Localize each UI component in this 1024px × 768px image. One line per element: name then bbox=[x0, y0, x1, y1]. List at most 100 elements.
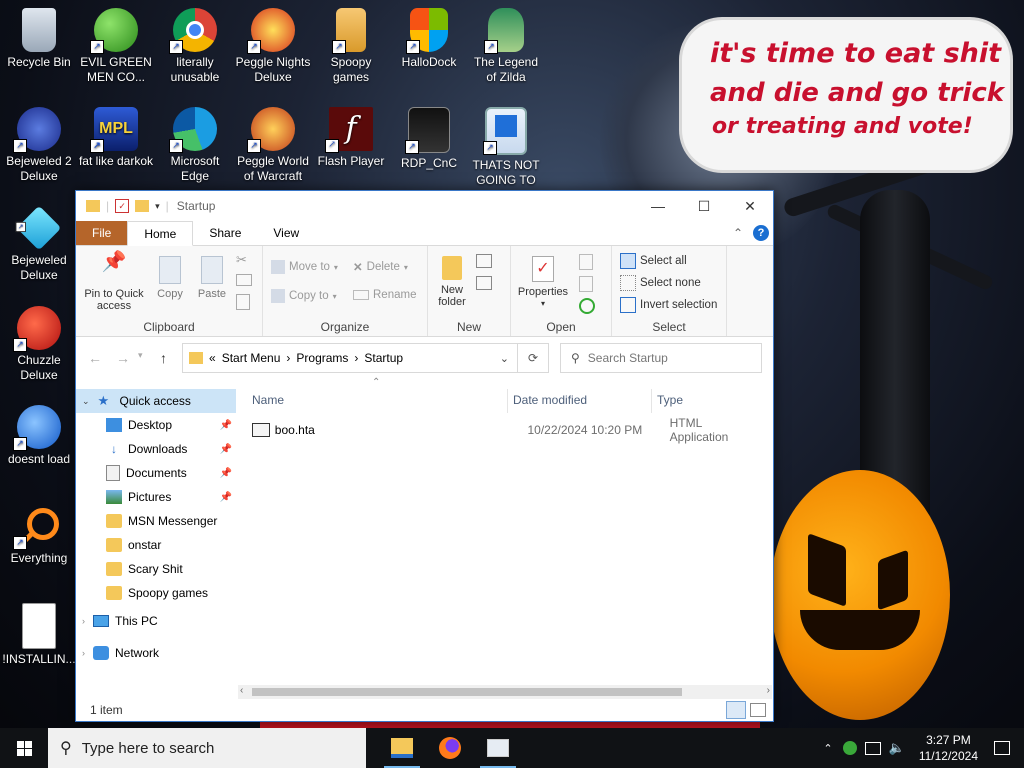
minimize-button[interactable]: — bbox=[635, 191, 681, 221]
horizontal-scrollbar[interactable]: ‹ › bbox=[238, 685, 772, 699]
network-status-icon[interactable] bbox=[864, 741, 881, 755]
chevron-up-icon[interactable]: ⌃ bbox=[733, 221, 743, 245]
details-view-icon[interactable] bbox=[726, 701, 746, 719]
desktop-icon-doesnt-load[interactable]: ↗ doesnt load bbox=[1, 405, 77, 467]
nav-network[interactable]: › Network bbox=[76, 641, 236, 665]
breadcrumb-item[interactable]: Startup bbox=[364, 351, 403, 365]
desktop-icon-flash-player[interactable]: f ↗ Flash Player bbox=[313, 107, 389, 169]
rename-button[interactable]: Rename bbox=[353, 289, 416, 301]
paste-button[interactable]: Paste bbox=[192, 256, 232, 300]
column-divider[interactable] bbox=[651, 389, 652, 413]
copy-to-button[interactable]: Copy to ▾ bbox=[271, 289, 337, 303]
breadcrumb-separator[interactable]: › bbox=[354, 351, 358, 365]
address-bar[interactable]: « Start Menu › Programs › Startup ⌄ bbox=[182, 343, 518, 373]
refresh-button[interactable]: ⟳ bbox=[517, 343, 549, 373]
close-button[interactable]: ✕ bbox=[727, 191, 773, 221]
desktop-icon-bejeweled2[interactable]: ↗ Bejeweled 2 Deluxe bbox=[1, 107, 77, 184]
desktop-icon-edge[interactable]: ↗ Microsoft Edge bbox=[157, 107, 233, 184]
start-button[interactable] bbox=[0, 728, 48, 768]
pin-icon[interactable]: 📌 bbox=[220, 444, 232, 455]
nav-onstar[interactable]: onstar bbox=[76, 533, 236, 557]
scroll-left-icon[interactable]: ‹ bbox=[240, 685, 243, 696]
delete-button[interactable]: ✕ Delete ▾ bbox=[353, 260, 408, 274]
taskbar-hta-app[interactable] bbox=[474, 728, 522, 768]
history-icon[interactable] bbox=[579, 298, 595, 314]
paste-shortcut-icon[interactable] bbox=[236, 294, 250, 310]
nav-msn-messenger[interactable]: MSN Messenger bbox=[76, 509, 236, 533]
breadcrumb-item[interactable]: Start Menu bbox=[222, 351, 281, 365]
pin-icon[interactable]: 📌 bbox=[220, 420, 232, 431]
desktop-icon-evil-green-men[interactable]: ↗ EVIL GREEN MEN CO... bbox=[78, 8, 154, 85]
cut-icon[interactable]: ✂ bbox=[236, 252, 247, 268]
copy-path-icon[interactable] bbox=[236, 274, 252, 286]
column-header-date-modified[interactable]: Date modified bbox=[513, 393, 587, 407]
pin-icon[interactable]: 📌 bbox=[220, 492, 232, 503]
invert-selection-button[interactable]: Invert selection bbox=[620, 297, 717, 313]
title-bar[interactable]: | ✓ ▾ | Startup — ☐ ✕ bbox=[76, 191, 773, 221]
breadcrumb-overflow[interactable]: « bbox=[209, 351, 216, 365]
clock[interactable]: 3:27 PM 11/12/2024 bbox=[919, 732, 978, 764]
desktop-icon-peggle-nights[interactable]: ↗ Peggle Nights Deluxe bbox=[235, 8, 311, 85]
nav-quick-access[interactable]: ⌄ ★ Quick access bbox=[76, 389, 236, 413]
nav-documents[interactable]: Documents 📌 bbox=[76, 461, 236, 485]
search-box[interactable]: ⚲ Search Startup bbox=[560, 343, 762, 373]
up-button[interactable]: ↑ bbox=[160, 350, 167, 366]
taskbar-firefox[interactable] bbox=[426, 728, 474, 768]
edit-icon[interactable] bbox=[579, 276, 593, 292]
file-row[interactable]: boo.hta 10/22/2024 10:20 PM HTML Applica… bbox=[252, 416, 762, 444]
pin-icon[interactable]: 📌 bbox=[220, 468, 232, 479]
desktop-icon-rdp-cnc[interactable]: ↗ RDP_CnC bbox=[391, 107, 467, 171]
notifications-icon[interactable] bbox=[994, 741, 1010, 755]
breadcrumb-item[interactable]: Programs bbox=[296, 351, 348, 365]
desktop-icon-chrome[interactable]: ↗ literally unusable bbox=[157, 8, 233, 85]
large-icons-view-icon[interactable] bbox=[750, 703, 766, 717]
help-icon[interactable]: ? bbox=[753, 225, 769, 241]
breadcrumb-separator[interactable]: › bbox=[286, 351, 290, 365]
nav-pictures[interactable]: Pictures 📌 bbox=[76, 485, 236, 509]
select-none-button[interactable]: Select none bbox=[620, 275, 701, 291]
open-icon[interactable] bbox=[579, 254, 593, 270]
desktop-icon-spoopy-games[interactable]: ↗ Spoopy games bbox=[313, 8, 389, 85]
taskbar-file-explorer[interactable] bbox=[378, 728, 426, 768]
nav-downloads[interactable]: ↓ Downloads 📌 bbox=[76, 437, 236, 461]
desktop-icon-everything[interactable]: ↗ Everything bbox=[1, 504, 77, 566]
taskbar-search-box[interactable]: ⚲ Type here to search bbox=[48, 728, 366, 768]
tab-view[interactable]: View bbox=[257, 221, 315, 245]
properties-button[interactable]: ✓ Properties ▾ bbox=[515, 256, 571, 310]
new-folder-button[interactable]: New folder bbox=[432, 256, 472, 308]
properties-icon[interactable]: ✓ bbox=[115, 199, 130, 213]
nav-scary-shit[interactable]: Scary Shit bbox=[76, 557, 236, 581]
tab-file[interactable]: File bbox=[76, 221, 128, 245]
forward-button[interactable]: → bbox=[116, 350, 130, 366]
column-header-name[interactable]: Name bbox=[252, 393, 284, 407]
desktop-icon-bejeweled[interactable]: ↗ Bejeweled Deluxe bbox=[1, 205, 77, 283]
chevron-down-icon[interactable]: ▾ bbox=[155, 201, 160, 212]
new-item-icon[interactable] bbox=[476, 254, 492, 268]
volume-icon[interactable]: 🔈 bbox=[889, 740, 905, 756]
desktop-icon-chuzzle[interactable]: ↗ Chuzzle Deluxe bbox=[1, 306, 77, 383]
desktop-icon-thats-not-going[interactable]: ↗ THATS NOT GOING TO F... bbox=[468, 107, 544, 203]
back-button[interactable]: ← bbox=[88, 350, 102, 366]
nav-spoopy-games[interactable]: Spoopy games bbox=[76, 581, 236, 605]
scrollbar-thumb[interactable] bbox=[252, 688, 682, 696]
maximize-button[interactable]: ☐ bbox=[681, 191, 727, 221]
tab-share[interactable]: Share bbox=[193, 221, 257, 245]
new-folder-icon[interactable] bbox=[135, 200, 150, 212]
show-hidden-icons-icon[interactable]: ⌃ bbox=[823, 742, 832, 755]
desktop-icon-peggle-wow[interactable]: ↗ Peggle World of Warcraft bbox=[235, 107, 311, 184]
move-to-button[interactable]: Move to ▾ bbox=[271, 260, 338, 274]
pin-to-quick-access-button[interactable]: 📌 Pin to Quick access bbox=[82, 252, 146, 312]
chevron-down-icon[interactable]: ⌄ bbox=[500, 352, 509, 365]
tab-home[interactable]: Home bbox=[127, 221, 194, 246]
copy-button[interactable]: Copy bbox=[150, 256, 190, 300]
nav-desktop[interactable]: Desktop 📌 bbox=[76, 413, 236, 437]
desktop-icon-installing[interactable]: !INSTALLIN... bbox=[1, 603, 77, 667]
scroll-right-icon[interactable]: › bbox=[767, 685, 770, 696]
easy-access-icon[interactable] bbox=[476, 276, 492, 290]
column-header-type[interactable]: Type bbox=[657, 393, 683, 407]
desktop-icon-zilda[interactable]: ↗ The Legend of Zilda bbox=[468, 8, 544, 85]
desktop-icon-recycle-bin[interactable]: Recycle Bin bbox=[1, 8, 77, 70]
column-divider[interactable] bbox=[507, 389, 508, 413]
desktop-icon-fat-like-darkok[interactable]: MPL ↗ fat like darkok bbox=[78, 107, 154, 169]
desktop-icon-hallodock[interactable]: ↗ HalloDock bbox=[391, 8, 467, 70]
